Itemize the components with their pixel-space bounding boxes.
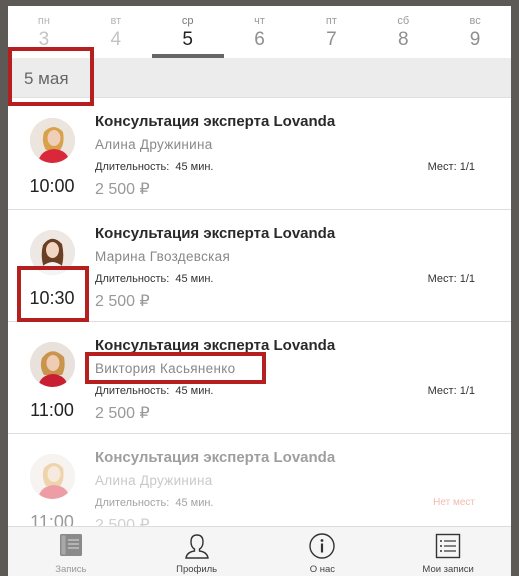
day-number: 3 [38, 29, 50, 50]
tab-label: Запись [55, 564, 87, 575]
appointment-item[interactable]: Консультация эксперта Lovanda Марина Гво… [8, 210, 511, 322]
tab-label: Мои записи [422, 564, 474, 575]
appointment-time: 11:00 [30, 400, 74, 420]
appointment-price: 2 500 ₽ [95, 405, 150, 422]
day-name: чт [254, 15, 265, 27]
appointment-title: Консультация эксперта Lovanda [95, 225, 336, 242]
day-wed[interactable]: ср 5 [151, 6, 224, 58]
duration-value: 45 мин. [175, 497, 214, 509]
expert-avatar [30, 454, 75, 499]
tab-about[interactable]: О нас [260, 527, 386, 576]
duration: Длительность: 45 мин. [95, 161, 214, 173]
duration-label: Длительность: [95, 385, 170, 397]
appointment-title: Консультация эксперта Lovanda [95, 337, 336, 354]
week-strip: пн 3 вт 4 ср 5 чт 6 пт 7 сб 8 вс 9 [8, 6, 511, 58]
tab-label: О нас [309, 564, 336, 575]
appointment-item[interactable]: Консультация эксперта Lovanda Алина Друж… [8, 98, 511, 210]
appointment-time: 10:00 [29, 176, 75, 196]
day-number: 9 [469, 29, 481, 50]
day-number: 6 [254, 29, 265, 50]
day-name: сб [397, 15, 410, 27]
expert-avatar [30, 342, 75, 387]
app-frame: пн 3 вт 4 ср 5 чт 6 пт 7 сб 8 вс 9 5 мая Консул… [8, 6, 511, 576]
duration-value: 45 мин. [175, 385, 214, 397]
duration-value: 45 мин. [175, 273, 214, 285]
expert-name: Виктория Касьяненко [95, 361, 236, 376]
appointment-list: Консультация эксперта Lovanda Алина Друж… [8, 98, 511, 546]
day-name: вс [469, 15, 481, 27]
tab-booking[interactable]: Запись [8, 527, 134, 576]
expert-name: Алина Дружинина [95, 473, 213, 488]
day-sat[interactable]: сб 8 [367, 6, 439, 58]
list-icon [434, 532, 462, 565]
duration-value: 45 мин. [175, 161, 214, 173]
day-tue[interactable]: вт 4 [80, 6, 152, 58]
day-name: пт [325, 15, 337, 27]
duration-label: Длительность: [95, 273, 170, 285]
seats-count: Мест: 1/1 [427, 161, 475, 173]
date-header: 5 мая [8, 58, 511, 98]
day-number: 7 [326, 29, 337, 50]
duration: Длительность: 45 мин. [95, 385, 214, 397]
book-icon [58, 532, 84, 563]
day-name: вт [110, 15, 122, 27]
appointment-price: 2 500 ₽ [95, 181, 150, 198]
appointment-title: Консультация эксперта Lovanda [95, 113, 336, 130]
day-thu[interactable]: чт 6 [224, 6, 296, 58]
day-sun[interactable]: вс 9 [439, 6, 511, 58]
day-number: 8 [397, 29, 409, 50]
day-name: пн [37, 15, 50, 27]
expert-avatar [30, 230, 75, 275]
seats-count: Мест: 1/1 [427, 385, 475, 397]
tab-label: Профиль [176, 564, 218, 575]
duration-label: Длительность: [95, 161, 170, 173]
appointment-time: 10:30 [29, 288, 75, 308]
duration-label: Длительность: [95, 497, 170, 509]
bottom-tab-bar: Запись Профиль О нас Мои записи [8, 526, 511, 576]
seats-count: Мест: 1/1 [427, 273, 475, 285]
day-name: ср [181, 15, 194, 27]
profile-icon [183, 532, 211, 565]
tab-my-bookings[interactable]: Мои записи [385, 527, 511, 576]
day-number: 4 [110, 29, 122, 50]
expert-avatar [30, 118, 75, 163]
tab-profile[interactable]: Профиль [134, 527, 260, 576]
no-seats-label: Нет мест [433, 497, 475, 508]
duration: Длительность: 45 мин. [95, 497, 214, 509]
info-icon [308, 532, 336, 565]
expert-name: Алина Дружинина [95, 137, 213, 152]
duration: Длительность: 45 мин. [95, 273, 214, 285]
day-fri[interactable]: пт 7 [295, 6, 367, 58]
day-mon[interactable]: пн 3 [8, 6, 80, 58]
expert-name: Марина Гвоздевская [95, 249, 231, 264]
date-header-label: 5 мая [24, 69, 69, 88]
day-number: 5 [182, 29, 193, 50]
appointment-price: 2 500 ₽ [95, 293, 150, 310]
appointment-title: Консультация эксперта Lovanda [95, 449, 336, 466]
appointment-item[interactable]: Консультация эксперта Lovanda Виктория К… [8, 322, 511, 434]
